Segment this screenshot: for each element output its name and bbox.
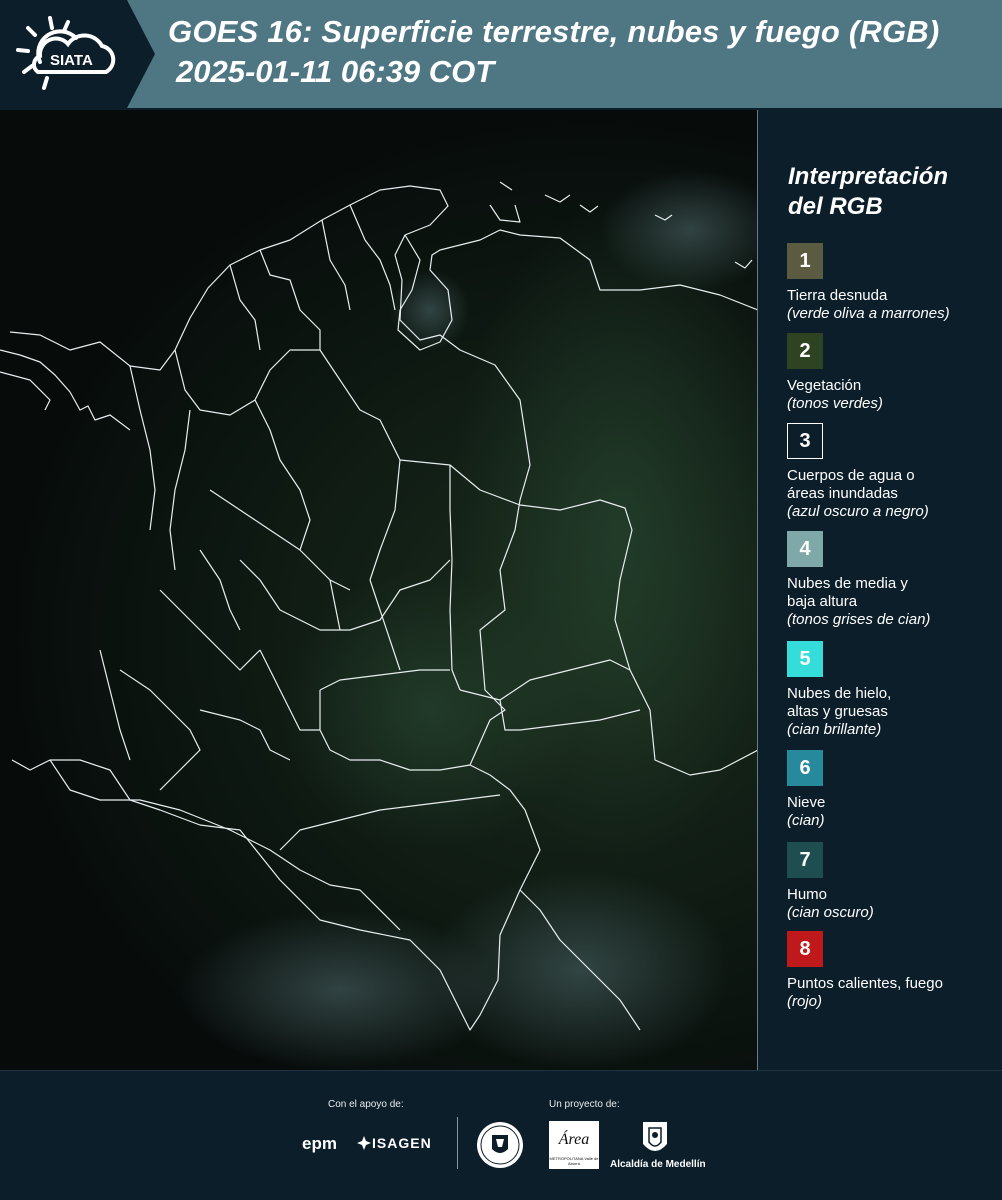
legend-swatch-5: 5 (787, 641, 823, 677)
epm-logo: epm (302, 1134, 337, 1153)
support-caption: Con el apoyo de: (328, 1099, 404, 1110)
svg-text:SIATA: SIATA (50, 52, 93, 69)
legend-desc-7: (cian oscuro) (787, 904, 874, 921)
legend-item-8: 8 Puntos calientes, fuego (rojo) (787, 931, 997, 1011)
legend-item-2: 2 Vegetación (tonos verdes) (787, 333, 997, 413)
footer-divider (457, 1117, 458, 1169)
legend-desc-1: (verde oliva a marrones) (787, 305, 950, 322)
siata-logo-icon: SIATA (16, 16, 116, 90)
legend-label-5: Nubes de hielo, altas y gruesas (787, 685, 892, 720)
legend-desc-3: (azul oscuro a negro) (787, 503, 929, 520)
legend-swatch-3: 3 (787, 423, 823, 459)
legend-label-6: Nieve (787, 794, 826, 811)
legend-item-4: 4 Nubes de media y baja altura (tonos gri… (787, 531, 997, 629)
legend-desc-5: (cian brillante) (787, 721, 882, 738)
colombia-boundaries (0, 170, 757, 1070)
legend-item-6: 6 Nieve (cian) (787, 750, 997, 830)
medellin-shield-icon (643, 1122, 667, 1151)
alcaldia-medellin-text: Alcaldía de Medellín (610, 1159, 706, 1170)
legend-item-3: 3 Cuerpos de agua o áreas inundadas (azul… (787, 423, 997, 521)
header-bar: SIATA GOES 16: Superficie terrestre, nub… (0, 0, 1002, 108)
footer: Con el apoyo de: Un proyecto de: epm ISA… (0, 1070, 1002, 1200)
isagen-logo: ISAGEN (372, 1135, 432, 1151)
university-seal-icon (477, 1122, 523, 1168)
legend-swatch-7: 7 (787, 842, 823, 878)
legend-swatch-8: 8 (787, 931, 823, 967)
legend-title-line1: Interpretación (788, 163, 949, 190)
legend-label-4: Nubes de media y baja altura (787, 575, 908, 610)
legend-desc-6: (cian) (787, 812, 825, 829)
timestamp: 2025-01-11 06:39 COT (176, 54, 495, 89)
siata-logo-block: SIATA (0, 0, 155, 108)
legend-swatch-4: 4 (787, 531, 823, 567)
page-title: GOES 16: Superficie terrestre, nubes y f… (168, 14, 940, 49)
legend-swatch-6: 6 (787, 750, 823, 786)
legend-swatch-2: 2 (787, 333, 823, 369)
legend-desc-8: (rojo) (787, 993, 823, 1010)
legend-desc-2: (tonos verdes) (787, 395, 883, 412)
area-metropolitana-text: Área (558, 1131, 590, 1148)
legend-title: Interpretación del RGB (788, 162, 988, 222)
legend-title-line2: del RGB (788, 193, 883, 220)
area-metropolitana-subtext: METROPOLITANA Valle de Aburrá (549, 1156, 599, 1166)
satellite-map[interactable] (0, 110, 758, 1070)
legend-desc-4: (tonos grises de cian) (787, 611, 931, 628)
project-caption: Un proyecto de: (549, 1099, 620, 1110)
legend-label-7: Humo (787, 886, 828, 903)
legend-panel: Interpretación del RGB 1 Tierra desnuda … (760, 110, 1002, 1070)
legend-item-5: 5 Nubes de hielo, altas y gruesas (cian b… (787, 641, 997, 739)
legend-label-8: Puntos calientes, fuego (787, 975, 943, 992)
legend-label-1: Tierra desnuda (787, 287, 888, 304)
legend-label-2: Vegetación (787, 377, 862, 394)
legend-swatch-1: 1 (787, 243, 823, 279)
isagen-icon (357, 1136, 371, 1150)
legend-item-7: 7 Humo (cian oscuro) (787, 842, 997, 922)
legend-item-1: 1 Tierra desnuda (verde oliva a marrones… (787, 243, 997, 323)
legend-label-3: Cuerpos de agua o áreas inundadas (787, 467, 915, 502)
